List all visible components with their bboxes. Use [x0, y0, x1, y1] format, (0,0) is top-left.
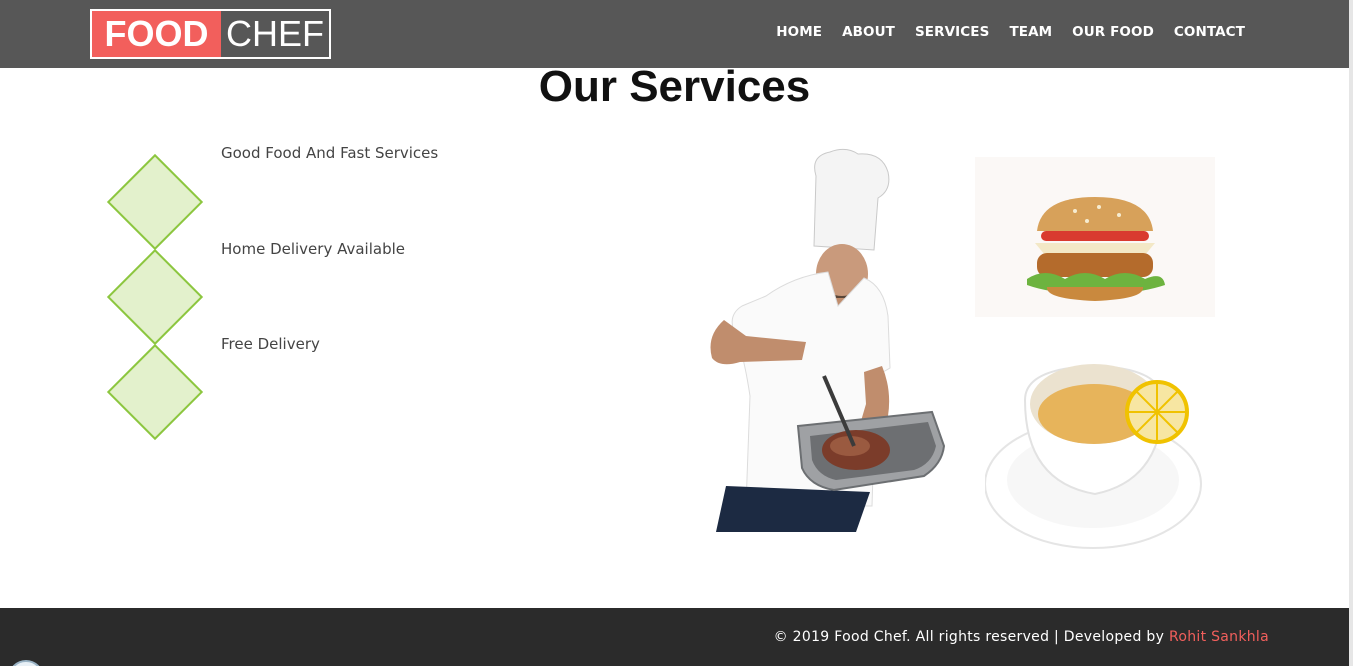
footer: © 2019 Food Chef. All rights reserved | …	[0, 608, 1349, 666]
copyright-text: © 2019 Food Chef. All rights reserved | …	[773, 629, 1165, 645]
chef-image	[710, 148, 946, 532]
service-item-label: Free Delivery	[221, 335, 320, 353]
burger-image	[975, 157, 1215, 317]
diamond-icon	[106, 343, 204, 441]
footer-copyright: © 2019 Food Chef. All rights reserved | …	[774, 629, 1269, 645]
nav-team[interactable]: TEAM	[1009, 24, 1052, 40]
diamond-icon	[106, 153, 204, 251]
nav-our-food[interactable]: OUR FOOD	[1072, 24, 1154, 40]
nav-home[interactable]: HOME	[776, 24, 822, 40]
nav-about[interactable]: ABOUT	[842, 24, 895, 40]
section-title: Our Services	[538, 62, 811, 111]
service-item-label: Home Delivery Available	[221, 240, 405, 258]
site-logo[interactable]: FOOD CHEF	[90, 9, 331, 59]
tea-image	[985, 364, 1202, 549]
logo-primary-text: FOOD	[92, 11, 221, 57]
service-item-label: Good Food And Fast Services	[221, 144, 439, 162]
navbar: FOOD CHEF HOME ABOUT SERVICES TEAM OUR F…	[0, 0, 1349, 68]
diamond-icon	[106, 248, 204, 346]
main-nav: HOME ABOUT SERVICES TEAM OUR FOOD CONTAC…	[776, 24, 1245, 40]
nav-contact[interactable]: CONTACT	[1174, 24, 1245, 40]
nav-services[interactable]: SERVICES	[915, 24, 989, 40]
page-scrollbar[interactable]	[1349, 0, 1353, 666]
logo-secondary-text: CHEF	[226, 13, 324, 54]
developer-link[interactable]: Rohit Sankhla	[1169, 629, 1269, 645]
